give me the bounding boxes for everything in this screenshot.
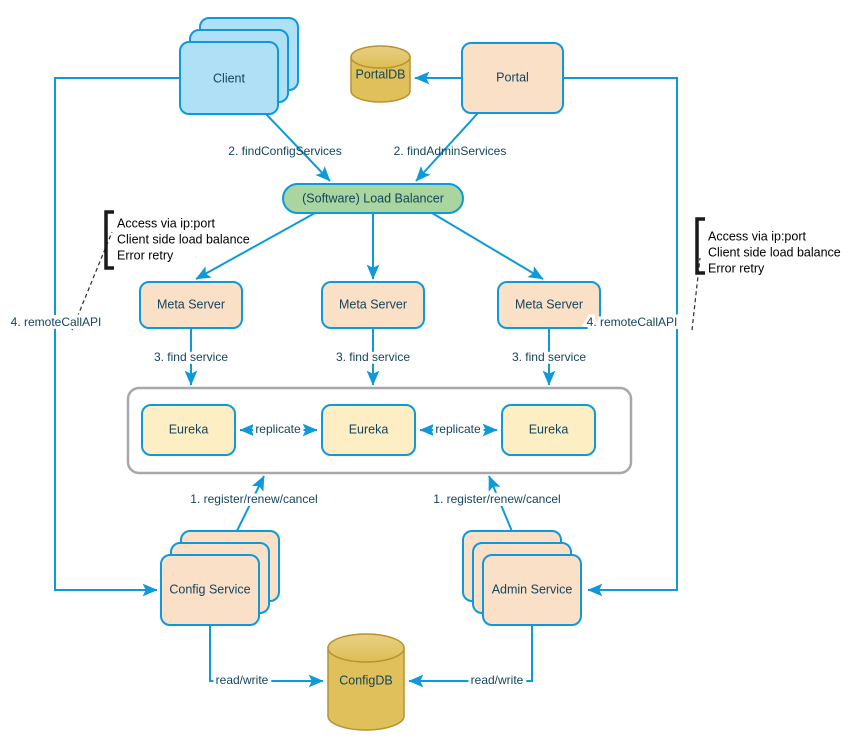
right-note-line-1: Access via ip:port	[708, 229, 806, 243]
edge-meta-1-to-eureka: 3. find service	[151, 328, 231, 386]
left-note-line-2: Client side load balance	[117, 232, 250, 246]
edge-label-register-left: 1. register/renew/cancel	[190, 492, 317, 506]
config-service-node[interactable]: Config Service	[160, 530, 280, 626]
edge-label-remote-call-left: 4. remoteCallAPI	[11, 315, 102, 329]
load-balancer-node[interactable]: (Software) Load Balancer	[282, 183, 464, 214]
edge-portal-to-admin-service	[563, 77, 678, 597]
edge-label-replicate-1: replicate	[255, 422, 301, 436]
edge-label-register-right: 1. register/renew/cancel	[433, 492, 560, 506]
edge-label-find-service-1: 3. find service	[154, 350, 228, 364]
load-balancer-label: (Software) Load Balancer	[302, 191, 444, 205]
eureka-3-node[interactable]: Eureka	[501, 404, 596, 456]
eureka-1-label: Eureka	[169, 422, 209, 436]
admin-service-label: Admin Service	[492, 582, 573, 596]
edge-label-remote-call-right: 4. remoteCallAPI	[587, 315, 678, 329]
edge-portal-to-load-balancer: 2. findAdminServices	[394, 112, 507, 182]
edge-config-service-to-config-db: read/write	[209, 625, 324, 690]
edge-meta-2-to-eureka: 3. find service	[333, 328, 413, 386]
meta-server-2-label: Meta Server	[339, 297, 407, 311]
config-service-label: Config Service	[169, 582, 250, 596]
architecture-diagram: Client PortalDB Portal 2. findConfigServ…	[0, 0, 856, 741]
config-db-node[interactable]: ConfigDB	[327, 633, 405, 731]
eureka-2-label: Eureka	[349, 422, 389, 436]
edge-label-read-write-right: read/write	[471, 673, 524, 687]
meta-server-1-node[interactable]: Meta Server	[139, 281, 243, 329]
left-remote-call-label-group: 4. remoteCallAPI	[8, 312, 105, 332]
right-note-line-2: Client side load balance	[708, 245, 841, 259]
config-db-label: ConfigDB	[339, 673, 393, 687]
edge-meta-3-to-eureka: 3. find service	[509, 328, 589, 386]
meta-server-3-label: Meta Server	[515, 297, 583, 311]
admin-service-node[interactable]: Admin Service	[462, 530, 582, 626]
edge-label-read-write-left: read/write	[216, 673, 269, 687]
edge-admin-service-to-config-db: read/write	[408, 625, 533, 690]
left-note-line-1: Access via ip:port	[117, 216, 215, 230]
eureka-1-node[interactable]: Eureka	[141, 404, 236, 456]
edge-label-find-config-services: 2. findConfigServices	[228, 144, 341, 158]
client-node[interactable]: Client	[179, 17, 299, 115]
right-remote-call-label-group: 4. remoteCallAPI	[584, 312, 681, 332]
edge-label-find-service-2: 3. find service	[336, 350, 410, 364]
edge-client-to-load-balancer: 2. findConfigServices	[228, 113, 342, 182]
eureka-2-node[interactable]: Eureka	[321, 404, 416, 456]
portal-db-label: PortalDB	[355, 67, 405, 81]
portal-db-node[interactable]: PortalDB	[350, 45, 411, 103]
edge-lb-to-meta-server-3	[431, 212, 544, 280]
edge-client-to-config-service	[54, 77, 180, 597]
edge-label-find-service-3: 3. find service	[512, 350, 586, 364]
right-annotation-note: Access via ip:port Client side load bala…	[691, 217, 841, 331]
meta-server-2-node[interactable]: Meta Server	[321, 281, 425, 329]
eureka-3-label: Eureka	[529, 422, 569, 436]
left-note-line-3: Error retry	[117, 248, 174, 262]
meta-server-3-node[interactable]: Meta Server	[497, 281, 601, 329]
edge-label-replicate-2: replicate	[435, 422, 481, 436]
portal-node[interactable]: Portal	[461, 42, 564, 114]
diagram-canvas: Client PortalDB Portal 2. findConfigServ…	[8, 17, 841, 731]
right-note-line-3: Error retry	[708, 261, 765, 275]
meta-server-1-label: Meta Server	[157, 297, 225, 311]
portal-label: Portal	[496, 70, 529, 84]
edge-label-find-admin-services: 2. findAdminServices	[394, 144, 507, 158]
client-label: Client	[213, 71, 245, 85]
